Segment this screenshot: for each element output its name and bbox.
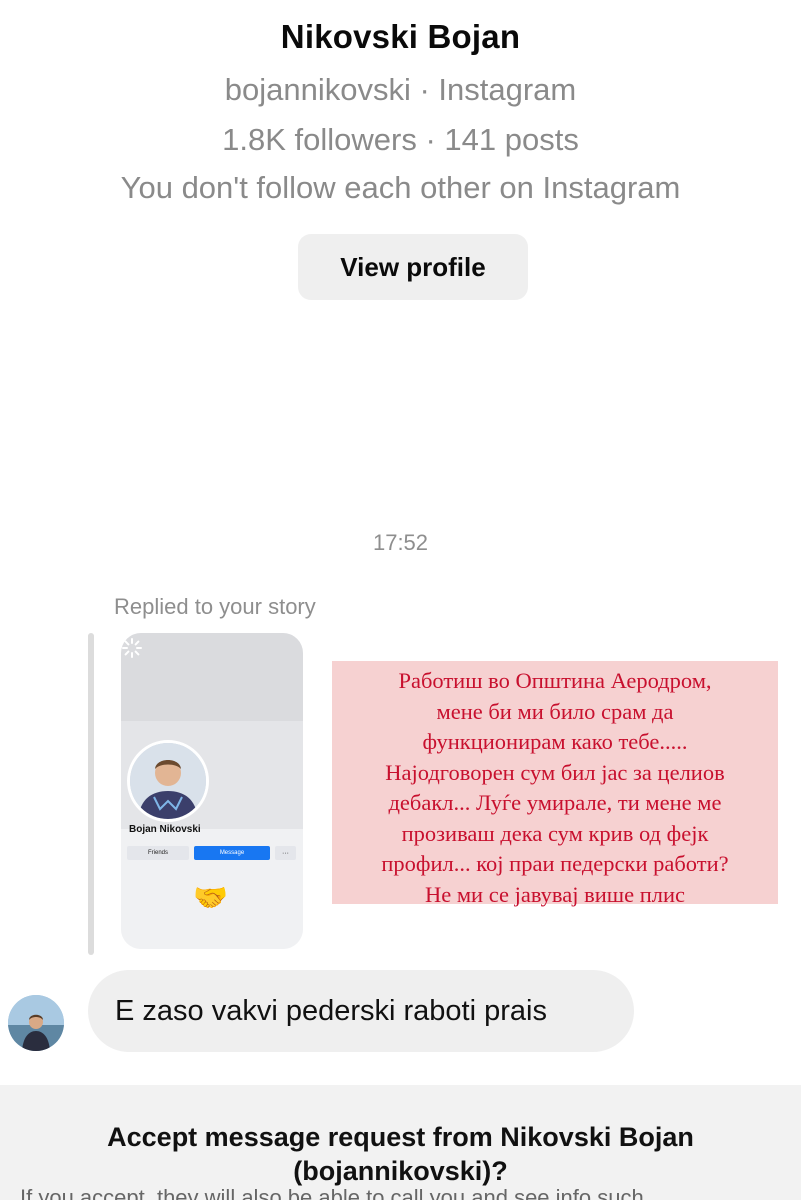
note-line: Работиш во Општина Аеродром,: [398, 668, 712, 693]
handshake-emoji: 🤝: [193, 882, 228, 913]
story-message-button: Message: [194, 846, 270, 860]
profile-stats: 1.8K followers · 141 posts: [222, 122, 579, 157]
story-cover: [121, 633, 303, 721]
request-description: If you accept, they will also be able to…: [20, 1185, 644, 1200]
profile-name: Nikovski Bojan: [280, 18, 521, 55]
story-friends-button: Friends: [127, 846, 189, 860]
note-line: дебакл... Луѓе умирале, ти мене ме: [388, 790, 722, 815]
story-avatar: [127, 740, 209, 822]
story-text-overlay: Работиш во Општина Аеродром, мене би ми …: [332, 661, 778, 907]
note-line: прозиваш дека сум крив од фејк: [401, 820, 709, 846]
view-profile-button[interactable]: View profile: [298, 234, 528, 300]
note-line: Не ми се јавувај више плис: [424, 881, 686, 907]
follow-status: You don't follow each other on Instagram: [120, 170, 681, 205]
story-preview-card[interactable]: Bojan Nikovski Friends Message ··· 🤝: [121, 633, 303, 949]
request-title: Accept message request from Nikovski Boj…: [0, 1120, 801, 1188]
loading-spinner-icon: [122, 638, 142, 658]
message-timestamp: 17:52: [372, 530, 429, 555]
reply-indicator-bar: [88, 633, 94, 955]
message-bubble[interactable]: E zaso vakvi pederski raboti prais: [88, 970, 634, 1052]
profile-handle: bojannikovski · Instagram: [224, 72, 577, 107]
note-line: профил... кој праи педерски работи?: [381, 851, 729, 876]
story-more-button: ···: [275, 846, 296, 860]
note-line: мене би ми било срам да: [436, 698, 674, 724]
request-title-line: Accept message request from Nikovski Boj…: [107, 1122, 694, 1152]
request-title-line: (bojannikovski)?: [293, 1156, 508, 1186]
note-line: Најодговорен сум бил јас за целиов: [385, 759, 725, 785]
note-line: функционирам како тебе.....: [422, 729, 688, 754]
reply-label: Replied to your story: [114, 594, 316, 619]
story-profile-name: Bojan Nikovski: [129, 824, 201, 835]
sender-avatar[interactable]: [8, 995, 64, 1051]
